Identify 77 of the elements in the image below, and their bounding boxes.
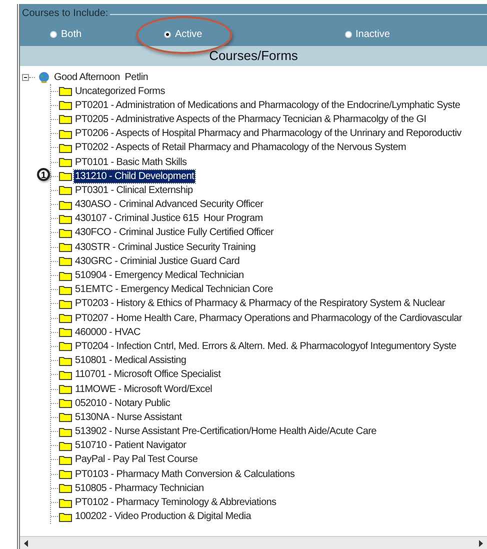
folder-icon (59, 398, 72, 408)
folder-icon (59, 412, 72, 422)
folder-icon (59, 171, 72, 182)
tree-item[interactable]: 430GRC - Criminial Justice Guard Card (74, 254, 241, 268)
tree-item[interactable]: 131210 - Child Development (74, 170, 195, 183)
callout-marker: 1 (37, 168, 50, 182)
tree-item[interactable]: 510805 - Pharmacy Technician (74, 482, 205, 495)
tree-item[interactable]: 5130NA - Nurse Assistant (74, 410, 183, 424)
tree-item[interactable]: PT0206 - Aspects of Hospital Pharmacy and Pharmacology of the Unrinary and Reporoductiv (74, 127, 462, 140)
tree-item[interactable]: 110701 - Microsoft Office Specialist (74, 368, 222, 382)
folder-icon (59, 256, 72, 266)
tree-item[interactable]: PT0202 - Aspects of Retail Pharmacy and Phamacology of the Nervous System (74, 141, 408, 154)
folder-icon (59, 284, 72, 295)
tree-item[interactable]: PT0201 - Administration of Medications and Pharmacology of the Endocrine/Lymphatic Syste (74, 98, 462, 112)
folder-icon (59, 214, 72, 224)
tree-item[interactable]: 430107 - Criminal Justice 615 Hour Program (74, 212, 264, 226)
folder-icon (59, 114, 72, 124)
tree-item[interactable]: 430ASO - Criminal Advanced Security Officer (74, 198, 264, 212)
collapse-icon[interactable] (22, 74, 29, 80)
tree-item[interactable]: 51EMTC - Emergency Medical Technician Core (74, 283, 274, 296)
folder-icon (59, 142, 72, 153)
tree-item[interactable]: 460000 - HVAC (74, 326, 142, 339)
radio-dot[interactable] (344, 31, 352, 38)
folder-icon (59, 228, 72, 238)
tree-item[interactable]: PT0205 - Administrative Aspects of the Pharmacy Tecnician & Pharmacolgy of the GI (74, 112, 428, 126)
folder-icon (59, 356, 72, 366)
folder-icon (59, 270, 72, 281)
folder-icon (59, 512, 72, 522)
folder-icon (59, 440, 72, 451)
horizontal-scrollbar[interactable] (20, 536, 487, 549)
tree-item[interactable]: PT0204 - Infection Cntrl, Med. Errors & Altern. Med. & Pharmacologyof Integumentory Syste (74, 340, 458, 353)
tree-item[interactable]: PT0103 - Pharmacy Math Conversion & Calculations (74, 468, 296, 481)
tree-item[interactable]: 11MOWE - Microsoft Word/Excel (74, 382, 214, 396)
tree-item[interactable]: PT0101 - Basic Math Skills (74, 156, 188, 169)
tree-item[interactable]: 430STR - Criminal Justice Security Training (74, 240, 256, 254)
radio-dot[interactable] (50, 31, 57, 38)
tree-item[interactable]: 430FCO - Criminal Justice Fully Certified Officer (74, 226, 275, 240)
folder-icon (59, 370, 72, 380)
scroll-right-icon[interactable] (478, 540, 483, 546)
group-legend: Courses to Include: (20, 8, 108, 19)
radio-dot[interactable] (164, 31, 171, 38)
folder-icon (59, 327, 72, 338)
folder-icon (59, 341, 72, 352)
tree-item[interactable]: PT0203 - History & Ethics of Pharmacy & Pharmacy of the Respiratory System & Nuclear (74, 297, 446, 310)
folder-icon (59, 100, 72, 110)
tree-item[interactable]: 052010 - Notary Public (74, 396, 172, 410)
folder-icon (59, 185, 72, 196)
radio-option[interactable]: Both (50, 29, 82, 40)
scroll-left-icon[interactable] (24, 540, 29, 546)
section-header: Courses/Forms (20, 46, 487, 66)
tree-item[interactable]: 513902 - Nurse Assistant Pre-Certification/Home Health Aide/Acute Care (74, 425, 378, 438)
tree-item[interactable]: 510801 - Medical Assisting (74, 354, 188, 368)
folder-icon (59, 313, 72, 324)
tree-root-label[interactable]: Good Afternoon Petlin (53, 70, 150, 84)
folder-icon (59, 384, 72, 394)
folder-icon (59, 128, 72, 139)
folder-icon (59, 157, 72, 168)
folder-icon (59, 200, 72, 210)
radio-option[interactable]: Inactive (344, 29, 390, 40)
tree-item[interactable]: 100202 - Video Production & Digital Media (74, 510, 252, 524)
folder-icon (59, 242, 72, 252)
tree-item[interactable]: Uncategorized Forms (74, 84, 166, 98)
globe-icon (38, 71, 50, 83)
tree-item[interactable]: PT0102 - Pharmacy Teminology & Abbreviations (74, 496, 278, 510)
folder-icon (59, 426, 72, 437)
folder-icon (59, 469, 72, 480)
folder-icon (59, 498, 72, 508)
tree-item[interactable]: PayPal - Pay Pal Test Course (74, 453, 199, 466)
tree-item[interactable]: 510710 - Patient Navigator (74, 439, 188, 452)
folder-icon (59, 298, 72, 309)
tree-item[interactable]: PT0301 - Clinical Externship (74, 184, 194, 197)
folder-icon (59, 483, 72, 494)
radio-option[interactable]: Active (164, 29, 202, 40)
tree-item[interactable]: 510904 - Emergency Medical Technician (74, 269, 245, 282)
folder-icon (59, 86, 72, 96)
tree-item[interactable]: PT0207 - Home Health Care, Pharmacy Operations and Pharmacology of the Cardiovascular (74, 312, 463, 325)
folder-icon (59, 454, 72, 465)
